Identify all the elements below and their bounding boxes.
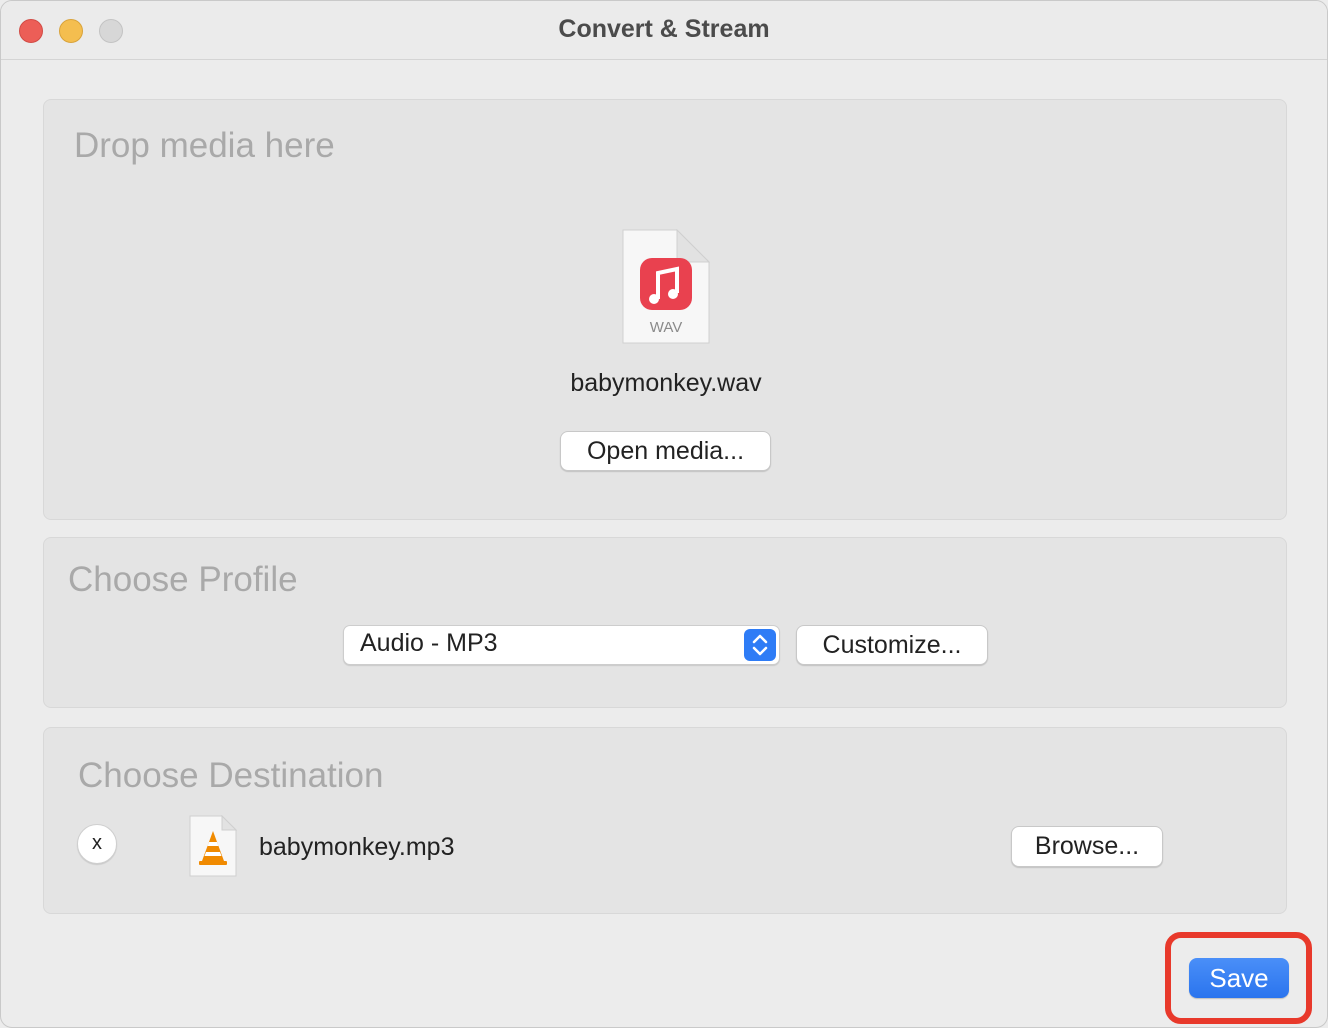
destination-file-name: babymonkey.mp3: [259, 833, 455, 861]
choose-profile-panel: Choose Profile: [43, 537, 1287, 708]
window-title: Convert & Stream: [558, 15, 770, 43]
convert-stream-window: Convert & Stream Drop media here WAV bab…: [0, 0, 1328, 1028]
source-file-name: babymonkey.wav: [570, 369, 762, 397]
title-bar: Convert & Stream: [1, 1, 1327, 60]
up-down-chevron-icon: [744, 629, 776, 661]
save-button[interactable]: Save: [1189, 958, 1289, 998]
customize-button[interactable]: Customize...: [796, 625, 988, 665]
vlc-cone-icon: [189, 815, 238, 877]
drop-media-heading: Drop media here: [74, 126, 335, 165]
profile-select[interactable]: Audio - MP3: [343, 625, 780, 665]
browse-button[interactable]: Browse...: [1011, 826, 1163, 867]
profile-select-value: Audio - MP3: [360, 629, 498, 657]
remove-destination-button[interactable]: x: [77, 824, 117, 864]
choose-destination-heading: Choose Destination: [78, 756, 384, 795]
open-media-button[interactable]: Open media...: [560, 431, 771, 471]
choose-profile-heading: Choose Profile: [68, 560, 298, 599]
file-type-label: WAV: [649, 319, 683, 336]
